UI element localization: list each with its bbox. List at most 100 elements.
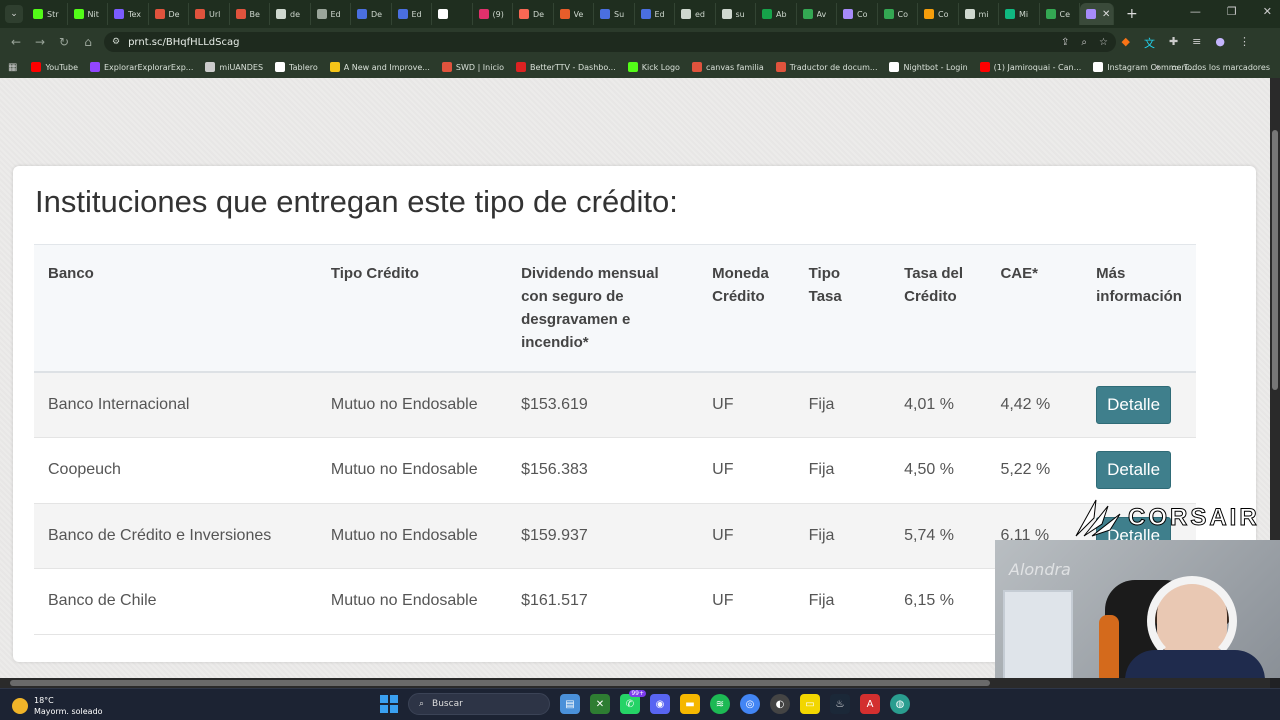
extensions-puzzle-icon[interactable]: ✚ xyxy=(1169,35,1178,51)
steam-icon[interactable]: ♨ xyxy=(830,694,850,714)
notes-app-icon[interactable]: ▤ xyxy=(560,694,580,714)
horizontal-scrollbar[interactable] xyxy=(0,678,1270,688)
new-tab-button[interactable]: + xyxy=(1126,6,1138,22)
sticky-notes-icon[interactable]: ▭ xyxy=(800,694,820,714)
browser-tab[interactable]: ed xyxy=(675,3,716,25)
browser-tab[interactable]: Tex xyxy=(108,3,149,25)
extension-translate-icon[interactable]: 文 xyxy=(1144,35,1155,51)
neon-sign: Alondra xyxy=(1009,560,1071,579)
browser-tab[interactable]: Be xyxy=(230,3,270,25)
browser-tab[interactable]: Ed xyxy=(635,3,675,25)
bookmark-item[interactable]: Nightbot - Login xyxy=(889,62,968,72)
reload-button[interactable]: ↻ xyxy=(52,35,76,49)
tab-favicon-icon xyxy=(640,9,651,19)
browser-tab[interactable]: Ed xyxy=(311,3,351,25)
cell-tipo: Mutuo no Endosable xyxy=(330,592,478,610)
acrobat-icon[interactable]: A xyxy=(860,694,880,714)
cell-tasa-tipo: Fija xyxy=(808,592,835,610)
chrome-icon[interactable]: ◎ xyxy=(740,694,760,714)
taskbar-search[interactable]: ⌕ Buscar xyxy=(408,693,550,715)
tab-favicon-icon xyxy=(519,9,529,19)
bookmark-star-icon[interactable]: ☆ xyxy=(1099,37,1108,48)
browser-tab[interactable]: Ce xyxy=(1040,3,1080,25)
whatsapp-icon[interactable]: ✆ 99+ xyxy=(620,690,646,714)
close-window-button[interactable]: ✕ xyxy=(1263,5,1272,18)
browser-tab[interactable]: Co xyxy=(918,3,959,25)
tab-search-button[interactable]: ⌄ xyxy=(5,5,23,23)
browser-tab[interactable]: Su xyxy=(594,3,635,25)
zoom-icon[interactable]: ⌕ xyxy=(1081,37,1087,48)
bookmark-item[interactable]: Tablero xyxy=(275,62,318,72)
file-explorer-icon[interactable]: ▬ xyxy=(680,694,700,714)
detalle-button[interactable]: Detalle xyxy=(1096,451,1172,490)
all-bookmarks[interactable]: ▭ Todos los marcadores xyxy=(1171,63,1270,72)
browser-tab[interactable]: su xyxy=(716,3,756,25)
cell-moneda: UF xyxy=(712,461,734,479)
browser-tab[interactable]: Co xyxy=(837,3,878,25)
browser-tab[interactable]: Ab xyxy=(756,3,797,25)
bookmark-item[interactable]: canvas familia xyxy=(691,62,764,72)
bookmark-item[interactable]: BetterTTV - Dashbo... xyxy=(515,62,616,72)
browser-tab[interactable]: Mi xyxy=(999,3,1040,25)
browser-tab[interactable]: Co xyxy=(878,3,918,25)
bookmark-label: miUANDES xyxy=(219,62,264,72)
browser-tab[interactable]: De xyxy=(149,3,189,25)
reading-list-icon[interactable]: ≡ xyxy=(1192,35,1201,51)
address-bar[interactable]: ⚙ prnt.sc/BHqfHLLdScag ⇪ ⌕ ☆ xyxy=(104,32,1116,52)
active-tab[interactable]: ✕ xyxy=(1080,3,1114,25)
browser-tab[interactable]: Av xyxy=(797,3,837,25)
back-button[interactable]: ← xyxy=(4,35,28,49)
browser-tab[interactable]: De xyxy=(513,3,554,25)
cell-dividendo: $159.937 xyxy=(521,526,588,544)
all-bookmarks-label: Todos los marcadores xyxy=(1183,62,1270,72)
close-tab-icon[interactable]: ✕ xyxy=(1102,9,1110,20)
bookmark-item[interactable]: YouTube xyxy=(31,62,78,72)
bookmark-item[interactable]: Traductor de docum... xyxy=(775,62,877,72)
browser-tab[interactable]: Ve xyxy=(554,3,594,25)
globe-app-icon[interactable]: ◍ xyxy=(890,694,910,714)
extension-fox-icon[interactable]: ◆ xyxy=(1121,35,1129,51)
browser-tab[interactable] xyxy=(432,3,473,25)
cell-tasa: 6,15 % xyxy=(904,592,954,610)
browser-tab[interactable]: Str xyxy=(27,3,68,25)
xbox-icon[interactable]: ✕ xyxy=(590,694,610,714)
home-icon[interactable]: ⌂ xyxy=(76,35,100,49)
browser-tab[interactable]: Nit xyxy=(68,3,108,25)
site-info-icon[interactable]: ⚙ xyxy=(112,37,120,47)
browser-tab[interactable]: De xyxy=(351,3,392,25)
tab-favicon-icon xyxy=(438,9,448,19)
bookmark-item[interactable]: miUANDES xyxy=(205,62,263,72)
browser-tab[interactable]: (9) xyxy=(473,3,513,25)
menu-icon[interactable]: ⋮ xyxy=(1239,35,1250,51)
browser-tab[interactable]: mi xyxy=(959,3,999,25)
browser-tab[interactable]: Url xyxy=(189,3,230,25)
install-icon[interactable]: ⇪ xyxy=(1061,37,1069,48)
detalle-button[interactable]: Detalle xyxy=(1096,386,1172,424)
tab-title: Be xyxy=(249,9,260,19)
more-bookmarks-icon[interactable]: » xyxy=(1154,62,1160,73)
tab-title: Ce xyxy=(1059,9,1071,19)
minimize-button[interactable]: — xyxy=(1190,5,1201,18)
start-button[interactable] xyxy=(380,695,398,713)
bookmark-item[interactable]: A New and Improve... xyxy=(329,62,430,72)
bookmark-favicon-icon xyxy=(627,62,638,72)
weather-widget[interactable]: 18°C Mayorm. soleado xyxy=(12,695,103,717)
browser-tab[interactable]: de xyxy=(270,3,311,25)
profile-avatar[interactable]: ● xyxy=(1215,35,1225,51)
bookmark-item[interactable]: (1) Jamiroquai - Can... xyxy=(979,62,1081,72)
cell-tasa-tipo: Fija xyxy=(808,396,835,413)
maximize-button[interactable]: ❐ xyxy=(1227,5,1237,18)
column-header: Tipo Crédito xyxy=(330,265,419,282)
cell-tasa-tipo: Fija xyxy=(808,461,835,479)
discord-icon[interactable]: ◉ xyxy=(650,694,670,714)
bookmark-item[interactable]: Kick Logo xyxy=(627,62,680,72)
forward-button[interactable]: → xyxy=(28,35,52,49)
spotify-icon[interactable]: ≋ xyxy=(710,694,730,714)
bookmark-item[interactable]: ExplorarExplorarExp... xyxy=(89,62,193,72)
obs-icon[interactable]: ◐ xyxy=(770,694,790,714)
apps-grid-icon[interactable]: ▦ xyxy=(8,62,17,73)
cell-action: Detalle xyxy=(1082,372,1196,438)
bookmark-item[interactable]: SWD | Inicio xyxy=(441,62,504,72)
column-header: Tipo Tasa xyxy=(808,265,842,305)
browser-tab[interactable]: Ed xyxy=(392,3,432,25)
